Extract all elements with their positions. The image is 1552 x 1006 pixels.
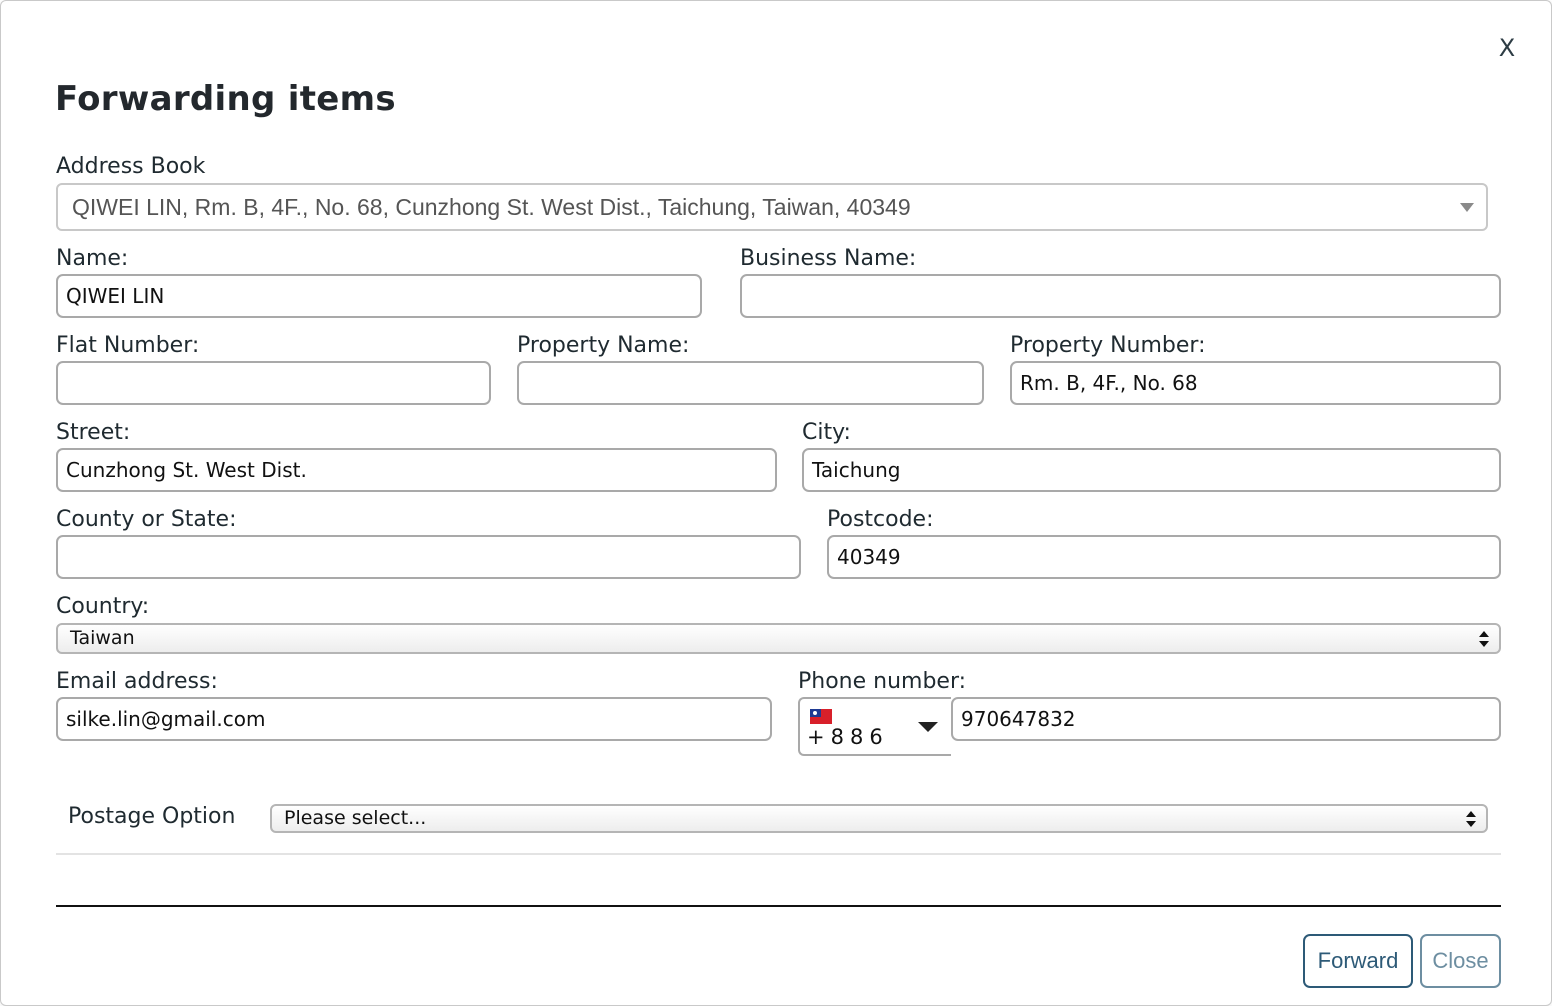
country-label: Country:: [56, 594, 150, 619]
county-field[interactable]: [56, 535, 801, 579]
forward-button[interactable]: Forward: [1303, 934, 1413, 988]
select-arrows-icon: [1466, 810, 1476, 827]
footer-divider: [56, 905, 1501, 907]
property-name-field[interactable]: [517, 361, 984, 405]
email-label: Email address:: [56, 669, 218, 694]
postage-option-label: Postage Option: [68, 804, 236, 829]
close-dialog-button[interactable]: X: [1493, 31, 1521, 65]
street-field[interactable]: Cunzhong St. West Dist.: [56, 448, 777, 492]
address-book-selected-value: QIWEI LIN, Rm. B, 4F., No. 68, Cunzhong …: [72, 194, 911, 220]
section-divider: [56, 853, 1501, 855]
phone-country-code: +886: [807, 725, 889, 749]
property-name-label: Property Name:: [517, 333, 690, 358]
flat-number-field[interactable]: [56, 361, 491, 405]
address-book-label: Address Book: [56, 154, 206, 179]
phone-number-field[interactable]: 970647832: [951, 697, 1501, 741]
name-label: Name:: [56, 246, 129, 271]
phone-country-code-select[interactable]: +886: [798, 697, 951, 756]
name-field[interactable]: QIWEI LIN: [56, 274, 702, 318]
country-selected-value: Taiwan: [70, 627, 135, 649]
country-select[interactable]: Taiwan: [56, 623, 1501, 654]
property-number-field[interactable]: Rm. B, 4F., No. 68: [1010, 361, 1501, 405]
chevron-down-icon: [1460, 203, 1474, 212]
dialog-title: Forwarding items: [55, 79, 396, 119]
taiwan-flag-icon: [810, 709, 832, 724]
postage-selected-value: Please select...: [284, 807, 427, 829]
street-label: Street:: [56, 420, 131, 445]
select-arrows-icon: [1479, 630, 1489, 647]
phone-label: Phone number:: [798, 669, 967, 694]
business-name-label: Business Name:: [740, 246, 917, 271]
address-book-select[interactable]: QIWEI LIN, Rm. B, 4F., No. 68, Cunzhong …: [56, 183, 1488, 231]
business-name-field[interactable]: [740, 274, 1501, 318]
postage-option-select[interactable]: Please select...: [270, 804, 1488, 833]
email-field[interactable]: silke.lin@gmail.com: [56, 697, 772, 741]
postcode-label: Postcode:: [827, 507, 934, 532]
forwarding-items-dialog: X Forwarding items Address Book QIWEI LI…: [0, 0, 1552, 1006]
caret-down-icon: [918, 722, 938, 732]
city-field[interactable]: Taichung: [802, 448, 1501, 492]
county-label: County or State:: [56, 507, 237, 532]
postcode-field[interactable]: 40349: [827, 535, 1501, 579]
close-button[interactable]: Close: [1420, 934, 1501, 988]
property-number-label: Property Number:: [1010, 333, 1206, 358]
city-label: City:: [802, 420, 851, 445]
flat-number-label: Flat Number:: [56, 333, 200, 358]
